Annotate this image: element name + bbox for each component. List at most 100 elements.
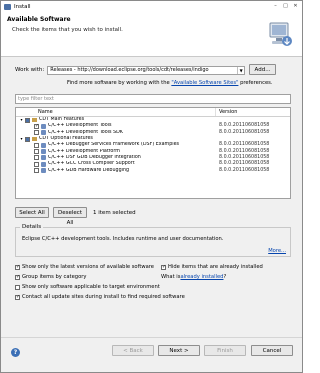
details-label: Details: [20, 224, 44, 230]
details-group: Details Eclipse C/C++ development tools.…: [15, 224, 291, 257]
work-with-row: Work with: Releases - http://download.ec…: [15, 65, 246, 75]
details-text: Eclipse C/C++ development tools. Include…: [22, 236, 224, 242]
tree-row-checkbox[interactable]: [34, 149, 39, 155]
tree-row-name-cell: C/C++ Development Tools SDK: [16, 130, 216, 136]
add-site-button[interactable]: Add...: [249, 64, 276, 75]
selection-buttons: Select All Deselect All 1 item selected: [15, 207, 136, 226]
contact-sites-label: Contact all update sites during install …: [22, 294, 185, 300]
hide-installed-option[interactable]: Hide items that are already installed: [161, 264, 263, 270]
tree-header: Name Version: [16, 108, 290, 117]
tree-body: ▾CDT Main FeaturesC/C++ Development Tool…: [16, 117, 290, 174]
filter-input[interactable]: type filter text: [15, 94, 291, 104]
back-button[interactable]: < Back: [112, 345, 154, 356]
what-is-prefix: What is: [161, 274, 181, 280]
tree-row-name-cell: C/C++ Debugger Services Framework (DSF) …: [16, 142, 216, 148]
wizard-footer: ? < Back Next > Finish Cancel: [1, 337, 302, 372]
tree-row-name-cell: C/C++ GDB Hardware Debugging: [16, 168, 216, 174]
tree-row-label: C/C++ GDB Hardware Debugging: [48, 167, 130, 173]
tree-row-checkbox[interactable]: [25, 117, 30, 123]
chevron-down-icon[interactable]: ▼: [237, 66, 244, 74]
maximize-icon[interactable]: □: [282, 3, 289, 9]
tree-row-checkbox[interactable]: [25, 136, 30, 142]
find-more-suffix: preferences.: [238, 80, 273, 86]
tree-row-label: C/C++ DSF GDB Debugger Integration: [48, 154, 141, 160]
folder-icon: [32, 137, 37, 142]
tree-row-label: C/C++ Development Platform: [48, 148, 120, 154]
plugin-icon: [41, 123, 46, 129]
install-banner-icon: [269, 22, 292, 46]
tree-row-name-cell: C/C++ Development Tools: [16, 123, 216, 129]
tree-row-version: 8.0.0.201106081058: [219, 123, 270, 129]
show-latest-label: Show only the latest versions of availab…: [22, 264, 155, 270]
already-installed-link[interactable]: already installed: [180, 274, 223, 280]
select-all-button[interactable]: Select All: [15, 207, 49, 218]
tree-row-version: 8.0.0.201106081058: [219, 148, 270, 154]
hide-installed-checkbox[interactable]: [161, 264, 166, 270]
work-with-combo[interactable]: Releases - http://download.eclipse.org/t…: [47, 65, 246, 75]
next-button[interactable]: Next >: [158, 345, 200, 356]
tree-row-version: 8.0.0.201106081058: [219, 129, 270, 135]
plugin-icon: [41, 149, 46, 155]
plugin-icon: [41, 130, 46, 136]
tree-row-label: CDT Main Features: [39, 117, 85, 123]
folder-icon: [32, 118, 37, 123]
tree-row-checkbox[interactable]: [34, 155, 39, 161]
show-latest-checkbox[interactable]: [15, 264, 20, 270]
tree-row-checkbox[interactable]: [34, 123, 39, 129]
tree-row-checkbox[interactable]: [34, 168, 39, 174]
wizard-header: Available Software Check the items that …: [1, 12, 302, 57]
finish-button[interactable]: Finish: [204, 345, 246, 356]
applicable-only-label: Show only software applicable to target …: [22, 284, 160, 290]
available-sites-link[interactable]: "Available Software Sites": [171, 80, 238, 86]
tree-row-label: C/C++ Development Tools SDK: [48, 129, 123, 135]
work-with-value: Releases - http://download.eclipse.org/t…: [50, 66, 209, 73]
applicable-only-checkbox[interactable]: [15, 284, 20, 290]
tree-row-label: C/C++ GCC Cross Compiler Support: [48, 161, 135, 167]
tree-row-name-cell: ▾ CDT Optional Features: [16, 136, 216, 142]
plugin-icon: [41, 155, 46, 161]
title-bar: Install – □ ✕: [1, 1, 302, 12]
column-name-header[interactable]: Name: [16, 108, 216, 116]
show-latest-option[interactable]: Show only the latest versions of availab…: [15, 264, 154, 270]
more-link[interactable]: More...: [268, 248, 286, 254]
tree-row-name-cell: C/C++ DSF GDB Debugger Integration: [16, 155, 216, 161]
contact-sites-option[interactable]: Contact all update sites during install …: [15, 294, 185, 300]
group-by-category-checkbox[interactable]: [15, 274, 20, 280]
work-with-label: Work with:: [15, 67, 45, 73]
window-icon: [4, 3, 11, 10]
plugin-icon: [41, 161, 46, 167]
page-title: Available Software: [7, 16, 71, 23]
plugin-icon: [41, 142, 46, 148]
applicable-only-option[interactable]: Show only software applicable to target …: [15, 284, 160, 290]
plugin-icon: [41, 168, 46, 174]
tree-row-checkbox[interactable]: [34, 161, 39, 167]
tree-row-label: C/C++ Development Tools: [48, 123, 112, 129]
tree-row-version: 8.0.0.201106081058: [219, 167, 270, 173]
tree-row[interactable]: C/C++ GDB Hardware Debugging 8.0.0.201106…: [16, 167, 290, 174]
window-title: Install: [14, 3, 31, 10]
what-is-suffix: ?: [223, 274, 227, 280]
tree-row-name-cell: C/C++ GCC Cross Compiler Support: [16, 161, 216, 167]
help-icon[interactable]: ?: [11, 348, 20, 357]
contact-sites-checkbox[interactable]: [15, 294, 20, 300]
close-icon[interactable]: ✕: [292, 3, 299, 9]
expand-arrow-icon[interactable]: ▾: [19, 136, 24, 142]
tree-row-label: CDT Optional Features: [39, 136, 93, 142]
group-by-category-option[interactable]: Group items by category: [15, 274, 86, 280]
tree-row-name-cell: C/C++ Development Platform: [16, 149, 216, 155]
software-tree: Name Version ▾CDT Main FeaturesC/C++ Dev…: [15, 107, 291, 199]
expand-arrow-icon[interactable]: ▾: [19, 117, 24, 123]
column-version-header[interactable]: Version: [216, 108, 237, 116]
hide-installed-label: Hide items that are already installed: [168, 264, 263, 270]
what-is-installed: What is already installed?: [161, 274, 226, 280]
tree-row-checkbox[interactable]: [34, 130, 39, 136]
tree-row-checkbox[interactable]: [34, 142, 39, 148]
group-by-category-label: Group items by category: [22, 274, 87, 280]
deselect-all-button[interactable]: Deselect All: [53, 207, 87, 226]
selection-count: 1 item selected: [93, 209, 136, 216]
minimize-icon[interactable]: –: [272, 3, 279, 9]
tree-row-label: C/C++ Debugger Services Framework (DSF) …: [48, 142, 180, 148]
find-more-prefix: Find more software by working with the: [67, 80, 172, 86]
install-window: Install – □ ✕ Available Software Check t…: [0, 0, 303, 373]
cancel-button[interactable]: Cancel: [251, 345, 293, 356]
